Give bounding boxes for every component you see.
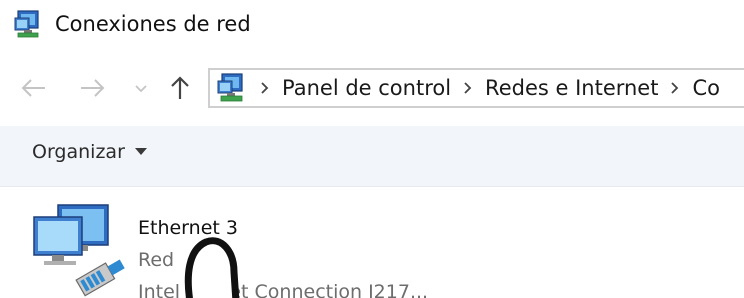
navigation-bar: Panel de control Redes e Internet Co xyxy=(0,58,744,120)
title-bar: Conexiones de red xyxy=(0,0,744,50)
command-bar: Organizar xyxy=(0,126,744,187)
forward-button[interactable] xyxy=(74,70,110,106)
ethernet-adapter-icon xyxy=(33,204,125,297)
back-button[interactable] xyxy=(16,70,52,106)
arrow-right-icon xyxy=(81,79,105,97)
control-panel-icon xyxy=(217,73,243,102)
breadcrumb-item-redes-e-internet[interactable]: Redes e Internet xyxy=(485,74,658,102)
connection-name: Ethernet 3 xyxy=(138,217,238,239)
recent-locations-button[interactable] xyxy=(128,70,154,106)
address-bar[interactable]: Panel de control Redes e Internet Co xyxy=(208,68,744,108)
arrow-left-icon xyxy=(21,79,45,97)
connection-adapter: Intel hernet Connection I217... xyxy=(138,281,429,298)
network-connections-window: Conexiones de red Panel de control Redes… xyxy=(0,0,744,298)
breadcrumb-separator-icon[interactable] xyxy=(463,81,473,95)
network-connections-icon xyxy=(14,10,39,38)
window-title: Conexiones de red xyxy=(55,12,251,36)
breadcrumb-separator-icon[interactable] xyxy=(670,81,680,95)
chevron-down-icon xyxy=(135,85,147,93)
organize-label: Organizar xyxy=(32,141,125,163)
list-item[interactable]: Ethernet 3 Red Intel hernet Connection I… xyxy=(28,199,548,298)
arrow-up-icon xyxy=(171,76,189,99)
organize-button[interactable]: Organizar xyxy=(32,141,147,163)
caret-down-icon xyxy=(134,148,147,156)
breadcrumb-separator-icon[interactable] xyxy=(260,81,270,95)
breadcrumb-item-panel-de-control[interactable]: Panel de control xyxy=(282,74,451,102)
breadcrumb-item-conexiones[interactable]: Co xyxy=(692,74,720,102)
connections-list: Ethernet 3 Red Intel hernet Connection I… xyxy=(0,187,744,298)
connection-status: Red xyxy=(138,249,175,271)
up-button[interactable] xyxy=(162,70,198,106)
